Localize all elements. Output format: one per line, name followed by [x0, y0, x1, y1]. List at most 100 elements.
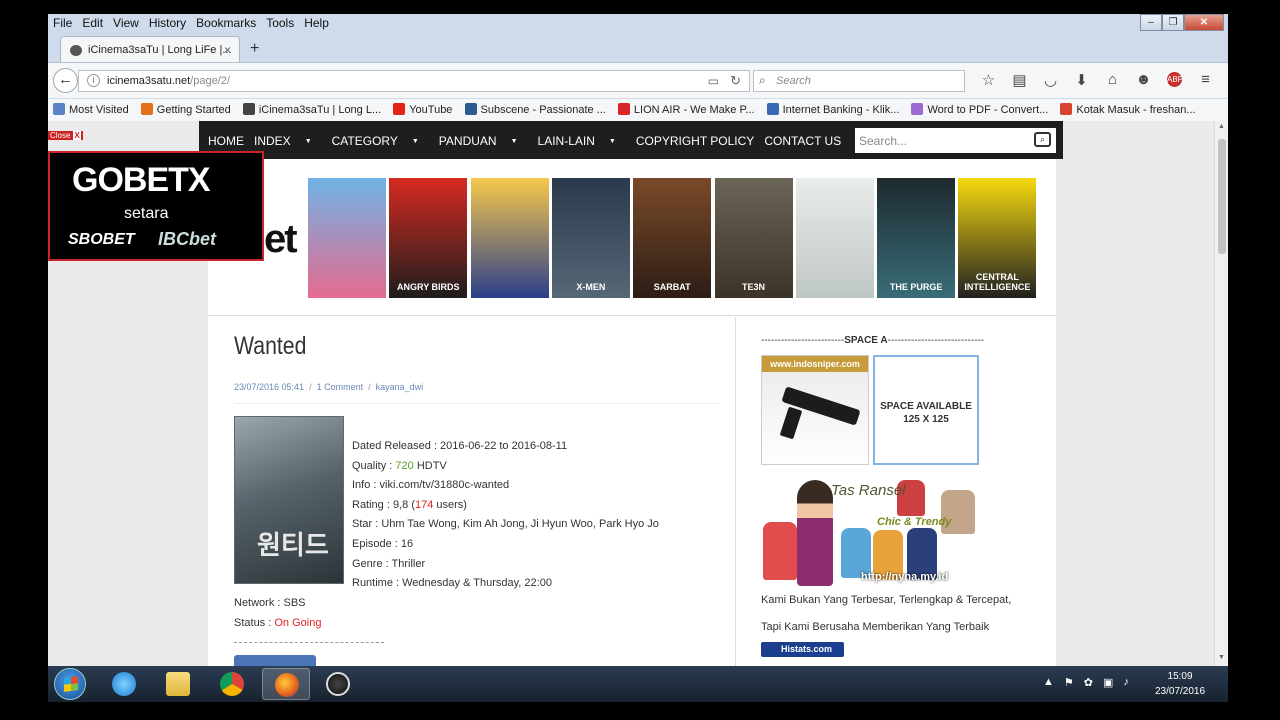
bookmark-item[interactable]: Kotak Masuk - freshan... — [1060, 99, 1196, 116]
drama-cover-image[interactable]: 원티드 — [234, 416, 344, 584]
bookmark-item[interactable]: Word to PDF - Convert... — [911, 99, 1048, 116]
browser-tab[interactable]: iCinema3saTu | Long LiFe |... × — [60, 36, 240, 63]
info-star: Star : Uhm Tae Wong, Kim Ah Jong, Ji Hyu… — [352, 518, 659, 531]
bookmark-icon — [617, 103, 630, 115]
taskbar-firefox[interactable] — [262, 668, 310, 700]
menu-file[interactable]: File — [48, 14, 77, 30]
site-search-placeholder: Search... — [859, 134, 908, 148]
taskbar-file-explorer[interactable] — [154, 668, 202, 700]
start-button[interactable] — [54, 668, 86, 700]
scrollbar-thumb[interactable] — [1218, 139, 1226, 254]
movie-poster[interactable] — [308, 178, 386, 298]
vertical-scrollbar[interactable]: ▲ ▼ — [1214, 121, 1228, 666]
ad-url: http://nyna.my.id — [861, 571, 949, 583]
search-submit-icon[interactable]: ⌕ — [1034, 132, 1051, 147]
bookmark-star-icon[interactable]: ☆ — [973, 71, 1004, 89]
post-title[interactable]: Wanted — [234, 332, 306, 361]
close-tab-icon[interactable]: × — [224, 43, 231, 57]
post-author-link[interactable]: kayana_dwi — [376, 382, 424, 392]
reader-view-icon[interactable]: ▭ — [708, 74, 719, 88]
menu-help[interactable]: Help — [299, 14, 334, 30]
search-bar[interactable]: ⌕ Search — [753, 70, 965, 92]
scroll-down-arrow-icon[interactable]: ▼ — [1218, 654, 1225, 661]
poster-title: ANGRY BIRDS — [397, 282, 460, 292]
taskbar-obs[interactable] — [314, 668, 362, 700]
tray-app-icon[interactable]: ✿ — [1084, 676, 1093, 689]
action-center-flag-icon[interactable]: ⚑ — [1064, 676, 1074, 689]
page-viewport: HOME INDEX ▼ CATEGORY ▼ PANDUAN ▼ LAIN-LAIN ▼ COP… — [48, 121, 1214, 666]
movie-poster[interactable]: X-MEN — [551, 178, 630, 298]
site-search-input[interactable]: Search... ⌕ — [855, 128, 1056, 153]
drama-info-extra: Network : SBS Status : On Going — [234, 594, 321, 633]
movie-poster[interactable]: TE3N — [714, 178, 793, 298]
post-date[interactable]: 23/07/2016 05:41 — [234, 382, 304, 392]
back-button[interactable]: ← — [53, 68, 78, 93]
minimize-button[interactable]: – — [1140, 14, 1162, 31]
menu-history[interactable]: History — [144, 14, 191, 30]
nav-category[interactable]: CATEGORY ▼ — [332, 134, 429, 148]
nav-panduan[interactable]: PANDUAN ▼ — [439, 134, 528, 148]
nav-copyright-policy[interactable]: COPYRIGHT POLICY — [636, 134, 754, 148]
chat-icon[interactable]: ☻ — [1128, 71, 1159, 89]
pocket-icon[interactable]: ◡ — [1035, 71, 1066, 89]
scroll-up-arrow-icon[interactable]: ▲ — [1218, 123, 1225, 130]
histats-badge[interactable]: Histats.com — [761, 642, 844, 657]
bookmark-item[interactable]: Most Visited — [53, 99, 129, 116]
nav-lain-lain[interactable]: LAIN-LAIN ▼ — [538, 134, 626, 148]
space-a-title: SPACE A — [844, 335, 888, 346]
show-hidden-icons-icon[interactable]: ▲ — [1043, 676, 1054, 689]
downloads-icon[interactable]: ⬇ — [1066, 71, 1097, 89]
reload-icon[interactable]: ↻ — [730, 73, 741, 89]
space-available-ad[interactable]: SPACE AVAILABLE 125 X 125 — [873, 355, 979, 465]
ad-brand: GOBETX — [72, 161, 211, 199]
download-button[interactable] — [234, 655, 316, 666]
bookmark-item[interactable]: iCinema3saTu | Long L... — [242, 99, 381, 116]
bookmark-item[interactable]: Subscene - Passionate ... — [464, 99, 606, 116]
site-logo[interactable]: et — [264, 217, 298, 262]
bookmark-label: Kotak Masuk - freshan... — [1076, 104, 1196, 116]
site-info-icon[interactable]: i — [87, 74, 100, 87]
new-tab-button[interactable]: + — [250, 40, 259, 58]
menu-edit[interactable]: Edit — [77, 14, 108, 30]
close-window-button[interactable]: ✕ — [1184, 14, 1224, 31]
network-icon[interactable]: ▣ — [1103, 676, 1113, 689]
menu-bookmarks[interactable]: Bookmarks — [191, 14, 261, 30]
menu-tools[interactable]: Tools — [261, 14, 299, 30]
movie-poster[interactable]: ANGRY BIRDS — [389, 178, 468, 298]
movie-poster[interactable]: CENTRAL INTELLIGENCE — [958, 178, 1037, 298]
bookmark-item[interactable]: Getting Started — [140, 99, 231, 116]
nav-contact-us[interactable]: CONTACT US — [764, 134, 841, 148]
indosniper-ad[interactable]: www.indosniper.com — [761, 355, 869, 465]
windows-taskbar: ▲ ⚑ ✿ ▣ ♪ 15:09 23/07/2016 — [48, 666, 1228, 702]
adblock-icon[interactable]: ABP — [1167, 72, 1183, 87]
bookmark-item[interactable]: Internet Banking - Klik... — [766, 99, 899, 116]
close-ad-button[interactable]: Close X — [48, 131, 83, 140]
movie-poster[interactable]: SARBAT — [633, 178, 712, 298]
post-article: Wanted 23/07/2016 05:41 / 1 Comment / kayana… — [208, 317, 736, 666]
movie-poster[interactable] — [470, 178, 549, 298]
nav-index[interactable]: INDEX ▼ — [254, 134, 322, 148]
taskbar-internet-explorer[interactable] — [100, 668, 148, 700]
maximize-button[interactable]: ❐ — [1162, 14, 1184, 31]
system-clock[interactable]: 15:09 23/07/2016 — [1155, 669, 1205, 699]
menu-view[interactable]: View — [108, 14, 144, 30]
caret-down-icon: ▼ — [304, 138, 312, 145]
bookmark-item[interactable]: YouTube — [393, 99, 452, 116]
tas-ransel-ad[interactable]: Tas Ransel Chic & Trendy http://nyna.my.… — [761, 474, 977, 586]
post-comments-link[interactable]: 1 Comment — [317, 382, 364, 392]
home-icon[interactable]: ⌂ — [1097, 71, 1128, 89]
navigation-bar: ← i icinema3satu.net/page/2/ ▭ ↻ ⌕ Searc… — [48, 62, 1228, 98]
caret-down-icon: ▼ — [510, 138, 518, 145]
url-bar[interactable]: i icinema3satu.net/page/2/ ▭ ↻ — [78, 70, 750, 92]
volume-icon[interactable]: ♪ — [1123, 676, 1129, 689]
nav-home[interactable]: HOME — [208, 134, 244, 148]
hamburger-menu-icon[interactable]: ≡ — [1190, 71, 1221, 89]
movie-poster[interactable] — [795, 178, 874, 298]
info-runtime: Runtime : Wednesday & Thursday, 22:00 — [352, 577, 552, 590]
gobetx-floating-ad[interactable]: GOBETX setara SBOBET IBCbet — [48, 151, 264, 261]
bookmark-item[interactable]: LION AIR - We Make P... — [617, 99, 755, 116]
movie-poster[interactable]: THE PURGE — [877, 178, 956, 298]
reading-list-icon[interactable]: ▤ — [1004, 71, 1035, 89]
youtube-icon — [393, 103, 406, 115]
taskbar-chrome[interactable] — [208, 668, 256, 700]
